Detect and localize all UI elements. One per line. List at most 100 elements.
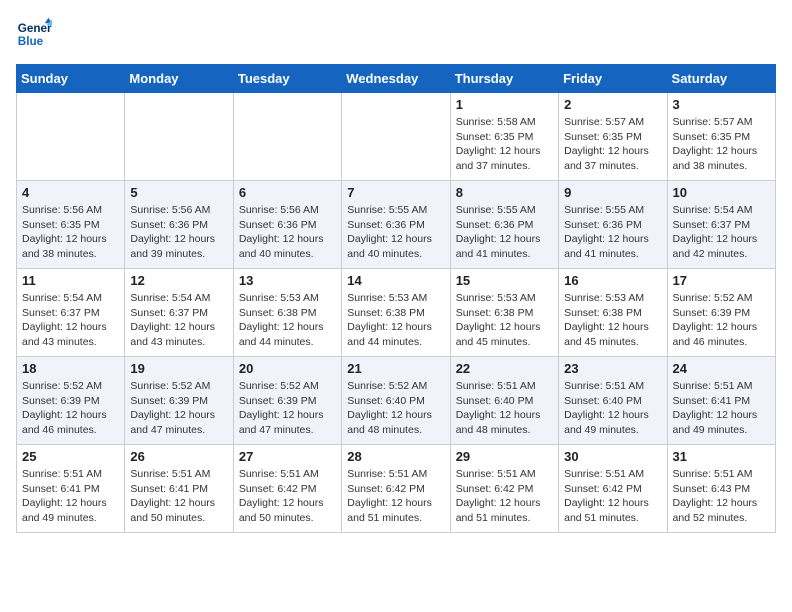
- weekday-header-tuesday: Tuesday: [233, 65, 341, 93]
- cell-text: Sunrise: 5:52 AM Sunset: 6:39 PM Dayligh…: [22, 379, 119, 438]
- cell-text: Sunrise: 5:57 AM Sunset: 6:35 PM Dayligh…: [673, 115, 770, 174]
- day-number: 16: [564, 273, 661, 288]
- day-number: 4: [22, 185, 119, 200]
- cell-text: Sunrise: 5:56 AM Sunset: 6:36 PM Dayligh…: [239, 203, 336, 262]
- cell-text: Sunrise: 5:55 AM Sunset: 6:36 PM Dayligh…: [564, 203, 661, 262]
- calendar-cell: 18Sunrise: 5:52 AM Sunset: 6:39 PM Dayli…: [17, 357, 125, 445]
- calendar-cell: 8 Sunrise: 5:55 AM Sunset: 6:36 PM Daylig…: [450, 181, 558, 269]
- weekday-header-monday: Monday: [125, 65, 233, 93]
- page-header: General Blue: [16, 16, 776, 52]
- calendar-cell: 12Sunrise: 5:54 AM Sunset: 6:37 PM Dayli…: [125, 269, 233, 357]
- calendar-cell: 3 Sunrise: 5:57 AM Sunset: 6:35 PM Daylig…: [667, 93, 775, 181]
- cell-text: Sunrise: 5:56 AM Sunset: 6:36 PM Dayligh…: [130, 203, 227, 262]
- day-number: 15: [456, 273, 553, 288]
- day-number: 5: [130, 185, 227, 200]
- cell-text: Sunrise: 5:52 AM Sunset: 6:39 PM Dayligh…: [673, 291, 770, 350]
- cell-text: Sunrise: 5:53 AM Sunset: 6:38 PM Dayligh…: [564, 291, 661, 350]
- calendar-cell: 10 Sunrise: 5:54 AM Sunset: 6:37 PM Dayli…: [667, 181, 775, 269]
- day-number: 26: [130, 449, 227, 464]
- weekday-header-sunday: Sunday: [17, 65, 125, 93]
- day-number: 24: [673, 361, 770, 376]
- day-number: 10: [673, 185, 770, 200]
- cell-text: Sunrise: 5:58 AM Sunset: 6:35 PM Dayligh…: [456, 115, 553, 174]
- day-number: 6: [239, 185, 336, 200]
- cell-text: Sunrise: 5:51 AM Sunset: 6:41 PM Dayligh…: [673, 379, 770, 438]
- cell-text: Sunrise: 5:52 AM Sunset: 6:40 PM Dayligh…: [347, 379, 444, 438]
- calendar-cell: 6 Sunrise: 5:56 AM Sunset: 6:36 PM Daylig…: [233, 181, 341, 269]
- calendar-header: SundayMondayTuesdayWednesdayThursdayFrid…: [17, 65, 776, 93]
- calendar-cell: [125, 93, 233, 181]
- calendar-cell: 9 Sunrise: 5:55 AM Sunset: 6:36 PM Daylig…: [559, 181, 667, 269]
- calendar-cell: 22Sunrise: 5:51 AM Sunset: 6:40 PM Dayli…: [450, 357, 558, 445]
- day-number: 28: [347, 449, 444, 464]
- calendar-cell: 2Sunrise: 5:57 AM Sunset: 6:35 PM Daylig…: [559, 93, 667, 181]
- calendar-cell: [342, 93, 450, 181]
- cell-text: Sunrise: 5:55 AM Sunset: 6:36 PM Dayligh…: [456, 203, 553, 262]
- day-number: 27: [239, 449, 336, 464]
- day-number: 20: [239, 361, 336, 376]
- calendar-cell: 27 Sunrise: 5:51 AM Sunset: 6:42 PM Dayli…: [233, 445, 341, 533]
- day-number: 11: [22, 273, 119, 288]
- day-number: 3: [673, 97, 770, 112]
- calendar-cell: 17 Sunrise: 5:52 AM Sunset: 6:39 PM Dayli…: [667, 269, 775, 357]
- svg-text:Blue: Blue: [18, 35, 44, 48]
- day-number: 17: [673, 273, 770, 288]
- cell-text: Sunrise: 5:55 AM Sunset: 6:36 PM Dayligh…: [347, 203, 444, 262]
- calendar-cell: 7 Sunrise: 5:55 AM Sunset: 6:36 PM Daylig…: [342, 181, 450, 269]
- day-number: 12: [130, 273, 227, 288]
- calendar-body: 1 Sunrise: 5:58 AM Sunset: 6:35 PM Daylig…: [17, 93, 776, 533]
- cell-text: Sunrise: 5:51 AM Sunset: 6:43 PM Dayligh…: [673, 467, 770, 526]
- svg-text:General: General: [18, 22, 52, 35]
- calendar-cell: 31 Sunrise: 5:51 AM Sunset: 6:43 PM Dayli…: [667, 445, 775, 533]
- calendar-table: SundayMondayTuesdayWednesdayThursdayFrid…: [16, 64, 776, 533]
- day-number: 31: [673, 449, 770, 464]
- calendar-cell: 11 Sunrise: 5:54 AM Sunset: 6:37 PM Dayli…: [17, 269, 125, 357]
- day-number: 1: [456, 97, 553, 112]
- calendar-cell: 26 Sunrise: 5:51 AM Sunset: 6:41 PM Dayli…: [125, 445, 233, 533]
- day-number: 30: [564, 449, 661, 464]
- cell-text: Sunrise: 5:53 AM Sunset: 6:38 PM Dayligh…: [347, 291, 444, 350]
- calendar-cell: 14Sunrise: 5:53 AM Sunset: 6:38 PM Dayli…: [342, 269, 450, 357]
- cell-text: Sunrise: 5:53 AM Sunset: 6:38 PM Dayligh…: [239, 291, 336, 350]
- cell-text: Sunrise: 5:56 AM Sunset: 6:35 PM Dayligh…: [22, 203, 119, 262]
- calendar-cell: 1 Sunrise: 5:58 AM Sunset: 6:35 PM Daylig…: [450, 93, 558, 181]
- logo-icon: General Blue: [16, 16, 52, 52]
- day-number: 23: [564, 361, 661, 376]
- calendar-cell: 16 Sunrise: 5:53 AM Sunset: 6:38 PM Dayli…: [559, 269, 667, 357]
- cell-text: Sunrise: 5:53 AM Sunset: 6:38 PM Dayligh…: [456, 291, 553, 350]
- weekday-header-thursday: Thursday: [450, 65, 558, 93]
- cell-text: Sunrise: 5:54 AM Sunset: 6:37 PM Dayligh…: [22, 291, 119, 350]
- calendar-cell: 13 Sunrise: 5:53 AM Sunset: 6:38 PM Dayli…: [233, 269, 341, 357]
- day-number: 19: [130, 361, 227, 376]
- cell-text: Sunrise: 5:52 AM Sunset: 6:39 PM Dayligh…: [130, 379, 227, 438]
- cell-text: Sunrise: 5:52 AM Sunset: 6:39 PM Dayligh…: [239, 379, 336, 438]
- day-number: 22: [456, 361, 553, 376]
- calendar-cell: 24 Sunrise: 5:51 AM Sunset: 6:41 PM Dayli…: [667, 357, 775, 445]
- calendar-cell: 29Sunrise: 5:51 AM Sunset: 6:42 PM Dayli…: [450, 445, 558, 533]
- cell-text: Sunrise: 5:57 AM Sunset: 6:35 PM Dayligh…: [564, 115, 661, 174]
- weekday-header-friday: Friday: [559, 65, 667, 93]
- day-number: 25: [22, 449, 119, 464]
- cell-text: Sunrise: 5:51 AM Sunset: 6:42 PM Dayligh…: [239, 467, 336, 526]
- weekday-header-saturday: Saturday: [667, 65, 775, 93]
- day-number: 9: [564, 185, 661, 200]
- calendar-cell: 15 Sunrise: 5:53 AM Sunset: 6:38 PM Dayli…: [450, 269, 558, 357]
- cell-text: Sunrise: 5:51 AM Sunset: 6:42 PM Dayligh…: [347, 467, 444, 526]
- calendar-cell: 20 Sunrise: 5:52 AM Sunset: 6:39 PM Dayli…: [233, 357, 341, 445]
- calendar-cell: 25Sunrise: 5:51 AM Sunset: 6:41 PM Dayli…: [17, 445, 125, 533]
- cell-text: Sunrise: 5:54 AM Sunset: 6:37 PM Dayligh…: [673, 203, 770, 262]
- cell-text: Sunrise: 5:51 AM Sunset: 6:42 PM Dayligh…: [564, 467, 661, 526]
- logo: General Blue: [16, 16, 56, 52]
- calendar-cell: [233, 93, 341, 181]
- cell-text: Sunrise: 5:51 AM Sunset: 6:41 PM Dayligh…: [130, 467, 227, 526]
- weekday-header-wednesday: Wednesday: [342, 65, 450, 93]
- calendar-cell: 19 Sunrise: 5:52 AM Sunset: 6:39 PM Dayli…: [125, 357, 233, 445]
- day-number: 29: [456, 449, 553, 464]
- calendar-cell: 23 Sunrise: 5:51 AM Sunset: 6:40 PM Dayli…: [559, 357, 667, 445]
- cell-text: Sunrise: 5:51 AM Sunset: 6:40 PM Dayligh…: [564, 379, 661, 438]
- day-number: 8: [456, 185, 553, 200]
- day-number: 7: [347, 185, 444, 200]
- calendar-cell: 4 Sunrise: 5:56 AM Sunset: 6:35 PM Daylig…: [17, 181, 125, 269]
- calendar-cell: 30 Sunrise: 5:51 AM Sunset: 6:42 PM Dayli…: [559, 445, 667, 533]
- day-number: 13: [239, 273, 336, 288]
